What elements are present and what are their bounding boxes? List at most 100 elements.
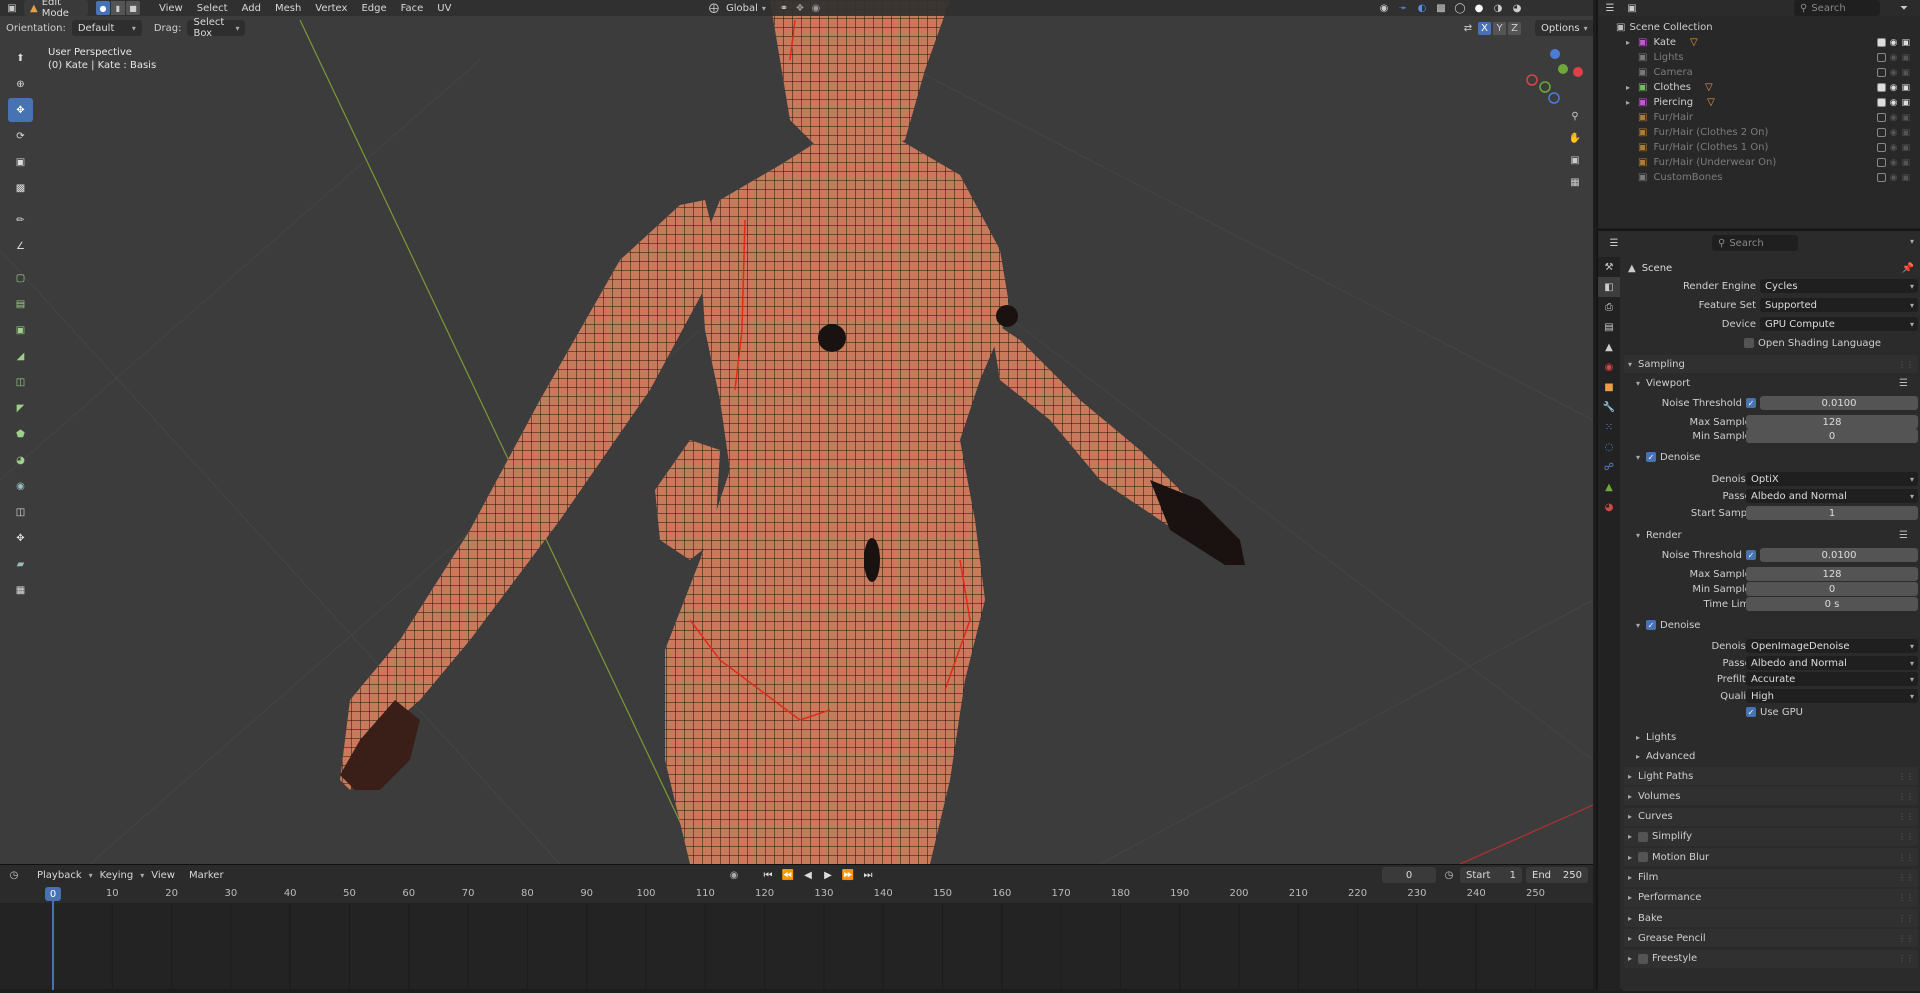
outliner-row[interactable]: ▣ Fur/Hair (Clothes 1 On) ◉ ▣	[1598, 140, 1920, 155]
vp-denoiser-dropdown[interactable]: OptiX ▾	[1746, 472, 1918, 486]
drag-handle-icon[interactable]: ⋮⋮	[1898, 893, 1914, 902]
output-tab-icon[interactable]: ⎙	[1598, 297, 1620, 317]
render-camera-icon[interactable]: ▣	[1901, 98, 1910, 108]
eye-icon[interactable]: ◉	[1890, 53, 1898, 63]
data-tab-icon[interactable]: ▲	[1598, 477, 1620, 497]
r-noise-threshold-field[interactable]: 0.0100	[1760, 548, 1918, 562]
drag-handle-icon[interactable]: ⋮⋮	[1898, 934, 1914, 943]
shrink-fatten-tool-icon[interactable]: ✥	[8, 526, 33, 550]
object-tab-icon[interactable]: ■	[1598, 377, 1620, 397]
eye-icon[interactable]: ◉	[1890, 113, 1898, 123]
jump-start-icon[interactable]: ⏮	[760, 867, 776, 883]
sampling-panel-header[interactable]: ▾ Sampling ⋮⋮	[1624, 355, 1918, 373]
spin-tool-icon[interactable]: ◕	[8, 448, 33, 472]
gizmo-z[interactable]	[1550, 49, 1560, 59]
smooth-tool-icon[interactable]: ◉	[8, 474, 33, 498]
r-quality-dropdown[interactable]: High ▾	[1746, 689, 1918, 703]
transform-tool-icon[interactable]: ▩	[8, 176, 33, 200]
scene-collection-row[interactable]: ▣ Scene Collection	[1598, 20, 1920, 35]
properties-section-header[interactable]: ▸ Light Paths ⋮⋮	[1624, 767, 1918, 785]
material-shading-icon[interactable]: ◑	[1490, 0, 1506, 16]
next-keyframe-icon[interactable]: ⏩	[840, 867, 856, 883]
render-camera-icon[interactable]: ▣	[1901, 158, 1910, 168]
r-passes-dropdown[interactable]: Albedo and Normal ▾	[1746, 656, 1918, 670]
measure-tool-icon[interactable]: ∠	[8, 234, 33, 258]
feature-set-dropdown[interactable]: Supported ▾	[1760, 298, 1918, 312]
gizmo-neg-x[interactable]	[1526, 74, 1538, 86]
properties-section-header[interactable]: ▸ Performance ⋮⋮	[1624, 888, 1918, 907]
section-checkbox[interactable]	[1638, 852, 1648, 863]
filter-icon[interactable]: ⏷	[1896, 0, 1912, 16]
xray-icon[interactable]: ▩	[1433, 0, 1449, 16]
properties-section-header[interactable]: ▸ Grease Pencil ⋮⋮	[1624, 929, 1918, 948]
drag-handle-icon[interactable]: ⋮⋮	[1898, 853, 1914, 862]
render-camera-icon[interactable]: ▣	[1901, 38, 1910, 48]
knife-tool-icon[interactable]: ◤	[8, 396, 33, 420]
render-camera-icon[interactable]: ▣	[1901, 53, 1910, 63]
constraints-tab-icon[interactable]: ☍	[1598, 457, 1620, 477]
drag-handle-icon[interactable]: ⋮⋮	[1898, 914, 1914, 923]
r-time-limit-field[interactable]: 0 s	[1746, 597, 1918, 611]
properties-section-header[interactable]: ▸ Film ⋮⋮	[1624, 868, 1918, 887]
vp-noise-threshold-check[interactable]: ✓	[1746, 398, 1756, 408]
eye-icon[interactable]: ◉	[1890, 83, 1898, 93]
menu-view[interactable]: View	[144, 870, 182, 881]
exclude-checkbox[interactable]	[1876, 172, 1886, 182]
display-mode-icon[interactable]: ▣	[1624, 0, 1640, 16]
chevron-right-icon[interactable]: ▸	[1626, 38, 1638, 47]
eye-icon[interactable]: ◉	[1890, 143, 1898, 153]
outliner-row[interactable]: ▣ Lights ◉ ▣	[1598, 50, 1920, 65]
render-subpanel-header[interactable]: ▾ Render ☰	[1636, 526, 1918, 544]
zoom-icon[interactable]: ⚲	[1567, 108, 1583, 124]
menu-uv[interactable]: UV	[430, 3, 458, 14]
properties-search[interactable]: ⚲ Search	[1712, 235, 1798, 251]
presets-icon[interactable]: ☰	[1899, 378, 1908, 389]
move-tool-icon[interactable]: ✥	[8, 98, 33, 122]
properties-section-header[interactable]: ▸ Volumes ⋮⋮	[1624, 787, 1918, 806]
gizmo-y[interactable]	[1558, 64, 1568, 74]
playhead-line[interactable]	[52, 887, 54, 990]
view-layer-tab-icon[interactable]: ▤	[1598, 317, 1620, 337]
gizmo-toggle-icon[interactable]: ➛	[1395, 0, 1411, 16]
drag-handle-icon[interactable]: ⋮⋮	[1898, 792, 1914, 801]
extrude-tool-icon[interactable]: ▤	[8, 292, 33, 316]
render-camera-icon[interactable]: ▣	[1901, 173, 1910, 183]
shear-tool-icon[interactable]: ▰	[8, 552, 33, 576]
outliner-row[interactable]: ▣ Camera ◉ ▣	[1598, 65, 1920, 80]
section-checkbox[interactable]	[1638, 953, 1648, 964]
visibility-icon[interactable]: ◉	[1376, 0, 1392, 16]
r-max-samples-field[interactable]: 128	[1746, 567, 1918, 581]
tool-tab-icon[interactable]: ⚒	[1598, 257, 1620, 277]
rip-tool-icon[interactable]: ▦	[8, 578, 33, 602]
edge-select-icon[interactable]: ▮	[111, 1, 125, 15]
render-engine-dropdown[interactable]: Cycles ▾	[1760, 279, 1918, 293]
mode-selector[interactable]: ▲ Edit Mode	[24, 0, 88, 19]
edge-slide-tool-icon[interactable]: ◫	[8, 500, 33, 524]
advanced-subpanel-header[interactable]: ▸ Advanced	[1636, 747, 1918, 765]
modifier-tab-icon[interactable]: 🔧	[1598, 397, 1620, 417]
chevron-right-icon[interactable]: ▸	[1626, 83, 1638, 92]
material-tab-icon[interactable]: ◕	[1598, 497, 1620, 517]
outliner-search[interactable]: ⚲ Search	[1794, 0, 1880, 16]
transform-orientation-select[interactable]: Global	[722, 3, 762, 14]
solid-shading-icon[interactable]: ●	[1471, 0, 1487, 16]
render-camera-icon[interactable]: ▣	[1901, 128, 1910, 138]
orientation-dropdown[interactable]: Default ▾	[71, 20, 142, 36]
osl-checkbox[interactable]: Open Shading Language	[1744, 338, 1881, 349]
cursor-tool-icon[interactable]: ⊕	[8, 72, 33, 96]
camera-view-icon[interactable]: ▣	[1567, 152, 1583, 168]
vp-denoise-check[interactable]: ✓	[1646, 452, 1656, 462]
prev-keyframe-icon[interactable]: ⏪	[780, 867, 796, 883]
gizmo-neg-y[interactable]	[1539, 81, 1551, 93]
wireframe-shading-icon[interactable]: ◯	[1452, 0, 1468, 16]
exclude-checkbox[interactable]	[1876, 52, 1886, 62]
outliner-row[interactable]: ▸ ▣ Piercing ▽ ◉ ▣	[1598, 95, 1920, 110]
device-dropdown[interactable]: GPU Compute ▾	[1760, 317, 1918, 331]
navigation-gizmo[interactable]	[1526, 49, 1583, 104]
exclude-checkbox[interactable]	[1876, 157, 1886, 167]
pin-icon[interactable]: 📌	[1902, 263, 1914, 274]
current-frame-field[interactable]: 0	[1382, 867, 1436, 883]
eye-icon[interactable]: ◉	[1890, 38, 1898, 48]
r-min-samples-field[interactable]: 0	[1746, 582, 1918, 596]
vp-noise-threshold-field[interactable]: 0.0100	[1760, 396, 1918, 410]
